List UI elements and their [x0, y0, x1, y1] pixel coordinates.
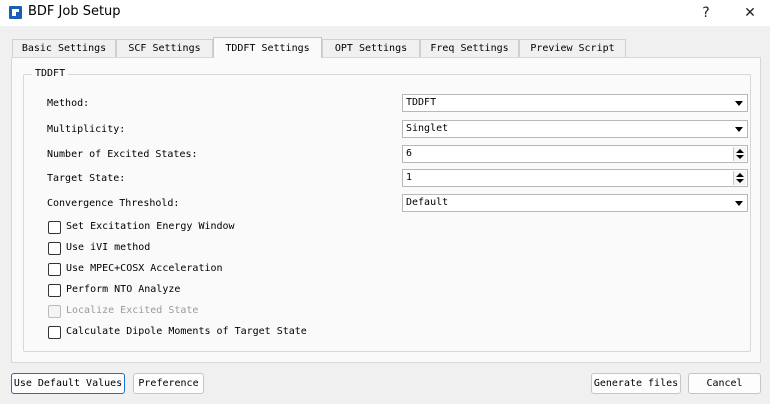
convergence-combobox[interactable]: Default	[402, 194, 748, 212]
checkbox-box[interactable]	[48, 263, 61, 276]
checkbox-label: Use iVI method	[66, 242, 151, 253]
chevron-down-icon	[735, 201, 743, 206]
num-states-label: Number of Excited States:	[47, 149, 198, 160]
tab-freq-settings[interactable]: Freq Settings	[420, 39, 519, 57]
multiplicity-label: Multiplicity:	[47, 124, 126, 135]
num-states-value: 6	[406, 148, 413, 159]
convergence-value: Default	[406, 197, 449, 208]
tddft-group: TDDFT Method: TDDFT Multiplicity: Single…	[23, 68, 751, 352]
target-state-value: 1	[406, 172, 413, 183]
checkbox-box	[48, 305, 61, 318]
target-state-label: Target State:	[47, 173, 126, 184]
window-title: BDF Job Setup	[28, 4, 121, 19]
close-button[interactable]: ✕	[735, 2, 765, 24]
checkbox-label: Perform NTO Analyze	[66, 284, 181, 295]
checkbox-label: Calculate Dipole Moments of Target State	[66, 326, 307, 337]
checkbox-label: Use MPEC+COSX Acceleration	[66, 263, 223, 274]
generate-files-button[interactable]: Generate files	[591, 373, 681, 394]
tab-opt-settings[interactable]: OPT Settings	[322, 39, 420, 57]
app-logo-icon	[9, 6, 22, 19]
title-bar: BDF Job Setup ? ✕	[0, 0, 770, 26]
preference-button[interactable]: Preference	[133, 373, 204, 394]
group-title: TDDFT	[32, 68, 69, 79]
spin-arrows-icon[interactable]	[733, 171, 746, 185]
tddft-settings-panel: TDDFT Method: TDDFT Multiplicity: Single…	[11, 57, 761, 363]
multiplicity-combobox[interactable]: Singlet	[402, 120, 748, 138]
method-label: Method:	[47, 98, 90, 109]
checkbox-label: Localize Excited State	[66, 305, 199, 316]
tab-tddft-settings[interactable]: TDDFT Settings	[213, 37, 322, 58]
num-states-spinbox[interactable]: 6	[402, 145, 748, 163]
target-state-spinbox[interactable]: 1	[402, 169, 748, 187]
checkbox-label: Set Excitation Energy Window	[66, 221, 235, 232]
tab-scf-settings[interactable]: SCF Settings	[116, 39, 213, 57]
method-value: TDDFT	[406, 97, 437, 108]
tab-basic-settings[interactable]: Basic Settings	[12, 39, 116, 57]
chevron-down-icon	[735, 127, 743, 132]
multiplicity-value: Singlet	[406, 123, 449, 134]
help-button[interactable]: ?	[691, 2, 721, 24]
use-default-values-button[interactable]: Use Default Values	[11, 373, 125, 394]
convergence-label: Convergence Threshold:	[47, 198, 180, 209]
chevron-down-icon	[735, 101, 743, 106]
checkbox-box[interactable]	[48, 242, 61, 255]
spin-arrows-icon[interactable]	[733, 147, 746, 161]
checkbox-box[interactable]	[48, 326, 61, 339]
checkbox-box[interactable]	[48, 284, 61, 297]
cancel-button[interactable]: Cancel	[688, 373, 761, 394]
tab-preview-script[interactable]: Preview Script	[519, 39, 626, 57]
checkbox-box[interactable]	[48, 221, 61, 234]
method-combobox[interactable]: TDDFT	[402, 94, 748, 112]
